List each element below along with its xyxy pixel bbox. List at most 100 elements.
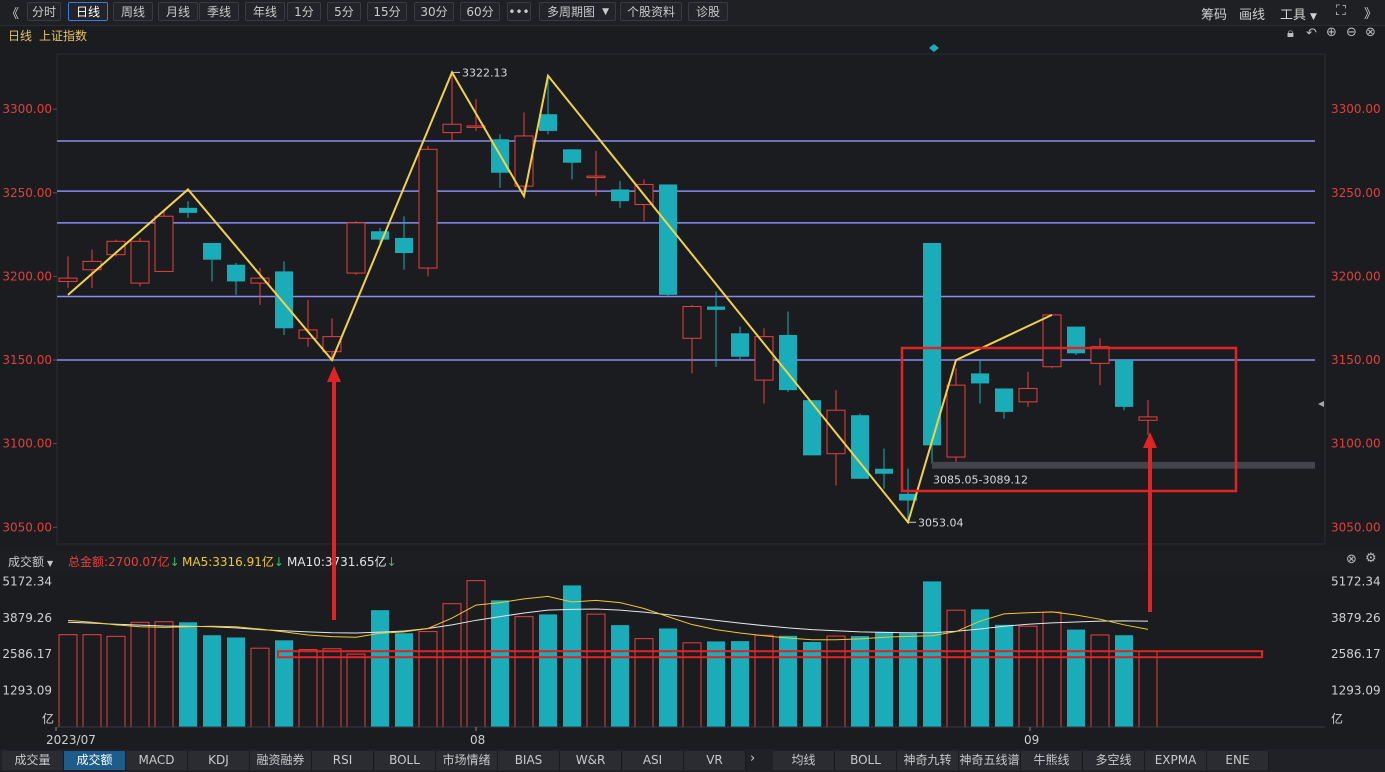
indicator-tab-7[interactable]: 市场情绪 xyxy=(436,751,498,770)
vol-y-tick-left: 5172.34 xyxy=(2,574,52,588)
overlay-tab-7[interactable]: ENE xyxy=(1207,751,1269,770)
candle xyxy=(1018,371,1038,407)
more-button[interactable]: ••• xyxy=(507,2,531,21)
period-button-6[interactable]: 1分 xyxy=(287,2,321,21)
volume-bar xyxy=(1067,629,1085,727)
volume-bar xyxy=(803,641,821,727)
candle-body xyxy=(154,215,174,272)
candle xyxy=(682,304,702,374)
candle xyxy=(803,400,821,456)
ma5-value: MA5:3316.91亿↓ xyxy=(182,553,284,570)
arrow-down-icon: ↓ xyxy=(169,555,180,569)
indicator-tab-2[interactable]: MACD xyxy=(126,751,188,770)
indicator-tab-0[interactable]: 成交量 xyxy=(2,751,64,770)
volume-bar-chart[interactable]: 5172.34 3879.26 2586.17 1293.09 亿 5172.34 387… xyxy=(0,571,1385,749)
period-button-5[interactable]: 年线 xyxy=(245,2,285,21)
x-tick-label: 09 xyxy=(1024,733,1039,747)
volume-bar xyxy=(707,641,725,727)
ma10-value: MA10:3731.65亿↓ xyxy=(287,553,397,570)
candle-body xyxy=(58,277,78,282)
period-button-4[interactable]: 季线 xyxy=(199,2,239,21)
volume-bar xyxy=(371,610,389,727)
indicator-selector[interactable]: 成交额 ▼ xyxy=(8,553,53,570)
period-button-8[interactable]: 15分 xyxy=(367,2,407,21)
volume-bar xyxy=(466,580,486,728)
period-button-1[interactable]: 日线 xyxy=(68,2,108,21)
overlay-tab-4[interactable]: 牛熊线 xyxy=(1021,751,1083,770)
overlay-tab-1[interactable]: BOLL xyxy=(835,751,897,770)
range-label: 3085.05-3089.12 xyxy=(933,474,1028,487)
lock-icon[interactable]: 🔒︎ xyxy=(1287,26,1294,41)
back-icon[interactable]: 《 xyxy=(6,3,19,22)
period-button-0[interactable]: 分时 xyxy=(27,2,61,21)
indicator-tab-8[interactable]: BIAS xyxy=(498,751,560,770)
period-button-7[interactable]: 5分 xyxy=(327,2,361,21)
diagnose-button[interactable]: 诊股 xyxy=(688,2,728,21)
close-icon[interactable]: ⊗ xyxy=(1346,552,1357,567)
zoom-in-icon[interactable]: ⊕ xyxy=(1326,25,1337,40)
candle xyxy=(995,388,1013,419)
overlay-tab-2[interactable]: 神奇九转 xyxy=(897,751,959,770)
indicator-tab-11[interactable]: VR xyxy=(684,751,746,770)
candle-body xyxy=(1067,326,1085,354)
volume-bar xyxy=(395,633,413,727)
volume-bar xyxy=(322,648,342,728)
y-tick-label-right: 3050.00 xyxy=(1331,520,1381,534)
volume-bar xyxy=(491,600,509,727)
candle xyxy=(1090,338,1110,386)
volume-bar xyxy=(971,609,989,727)
volume-bar xyxy=(227,637,245,727)
overlay-tab-5[interactable]: 多空线 xyxy=(1083,751,1145,770)
indicator-tab-5[interactable]: RSI xyxy=(312,751,374,770)
overlay-tab-0[interactable]: 均线 xyxy=(773,751,835,770)
chips-button[interactable]: 筹码 xyxy=(1201,4,1227,23)
undo-icon[interactable]: ↶ xyxy=(1306,26,1317,41)
period-button-10[interactable]: 60分 xyxy=(460,2,500,21)
chevron-down-icon: ▼ xyxy=(602,7,609,17)
y-tick-label-right: 3200.00 xyxy=(1331,269,1381,283)
indicator-tab-9[interactable]: W&R xyxy=(560,751,622,770)
gear-icon[interactable]: ⚙ xyxy=(1365,551,1377,566)
y-tick-label-left: 3050.00 xyxy=(2,520,52,534)
indicator-tab-6[interactable]: BOLL xyxy=(374,751,436,770)
vol-y-tick-right: 5172.34 xyxy=(1331,574,1381,588)
candle xyxy=(826,390,846,486)
period-button-9[interactable]: 30分 xyxy=(414,2,454,21)
volume-bar xyxy=(1138,650,1158,728)
ma10-label: MA10:3731.65亿 xyxy=(287,555,387,569)
period-button-3[interactable]: 月线 xyxy=(158,2,198,21)
overlay-tab-3[interactable]: 神奇五线谱 xyxy=(959,751,1021,770)
volume-bar xyxy=(899,633,917,727)
forward-icon[interactable]: 》 xyxy=(1364,3,1377,22)
volume-bar xyxy=(1090,634,1110,728)
high-label: 3322.13 xyxy=(462,66,508,79)
tools-button[interactable]: 工具 ▼ xyxy=(1280,4,1317,23)
candle-body xyxy=(539,114,557,131)
candle xyxy=(395,216,413,270)
indicator-tab-4[interactable]: 融资融券 xyxy=(250,751,312,770)
x-tick-label: 08 xyxy=(470,733,485,747)
candle-body xyxy=(1115,360,1133,407)
zoom-out-icon[interactable]: ⊖ xyxy=(1346,25,1357,40)
period-button-2[interactable]: 周线 xyxy=(113,2,153,21)
indicator-tab-10[interactable]: ASI xyxy=(622,751,684,770)
indicator-tab-3[interactable]: KDJ xyxy=(188,751,250,770)
draw-button[interactable]: 画线 xyxy=(1239,4,1265,23)
y-tick-label-left: 3250.00 xyxy=(2,186,52,200)
stock-info-button[interactable]: 个股资料 xyxy=(620,2,682,21)
indicator-tabs: 成交量 成交额 MACD KDJ 融资融券 RSI BOLL 市场情绪 BIAS W&R ASI VR… xyxy=(0,749,1385,772)
candle xyxy=(1067,326,1085,356)
fullscreen-icon[interactable]: ⛶ xyxy=(1336,3,1346,19)
candlestick-chart[interactable]: 3300.00 3250.00 3200.00 3150.00 3100.00 3050.… xyxy=(0,44,1385,549)
candle-body xyxy=(803,400,821,456)
volume-bar xyxy=(586,613,606,728)
volume-bar xyxy=(82,634,102,728)
multi-period-dropdown[interactable]: 多周期图 ▼ xyxy=(539,2,616,21)
overlay-tab-6[interactable]: EXPMA xyxy=(1145,751,1207,770)
vol-y-tick-right: 2586.17 xyxy=(1331,647,1381,661)
close-icon[interactable]: ⊗ xyxy=(1365,25,1376,40)
candle xyxy=(923,242,941,464)
volume-bar xyxy=(1042,611,1062,728)
chevron-right-icon[interactable]: › xyxy=(750,751,755,766)
indicator-tab-1[interactable]: 成交额 xyxy=(64,751,126,770)
